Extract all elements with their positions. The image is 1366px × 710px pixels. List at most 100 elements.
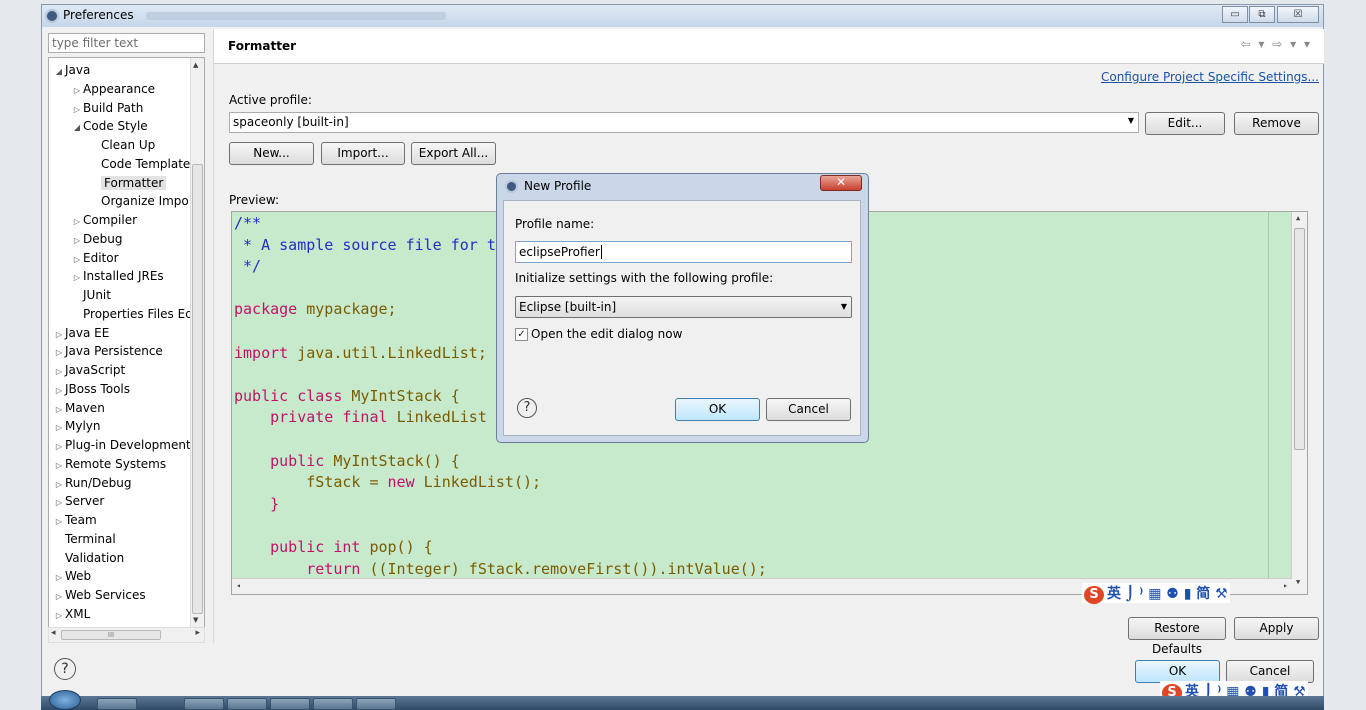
taskbar-item[interactable] bbox=[184, 698, 224, 710]
active-profile-select[interactable]: spaceonly [built-in] ▼ bbox=[229, 112, 1139, 133]
tree-item-properties-files-ed[interactable]: Properties Files Ed bbox=[71, 305, 193, 323]
expand-icon[interactable]: ▷ bbox=[53, 457, 65, 475]
tree-vscrollbar[interactable]: ▲ ▼ bbox=[190, 58, 204, 628]
preview-vscrollbar[interactable]: ▲ ▼ bbox=[1291, 212, 1307, 594]
minimize-button[interactable]: ▭ bbox=[1222, 6, 1248, 23]
dialog-close-button[interactable]: ✕ bbox=[820, 175, 862, 191]
tree-item-run-debug[interactable]: ▷ Run/Debug bbox=[53, 474, 132, 492]
taskbar-item[interactable] bbox=[270, 698, 310, 710]
filter-input[interactable]: type filter text bbox=[48, 33, 205, 53]
tree-hscroll-thumb[interactable]: III bbox=[61, 630, 161, 640]
tree-item-maven[interactable]: ▷ Maven bbox=[53, 399, 105, 417]
expand-icon[interactable]: ▷ bbox=[71, 232, 83, 250]
start-button-icon[interactable] bbox=[49, 690, 81, 710]
dialog-help-icon[interactable]: ? bbox=[517, 398, 537, 418]
tree-item-web-services[interactable]: ▷ Web Services bbox=[53, 586, 146, 604]
tree-item-formatter[interactable]: Formatter bbox=[89, 174, 167, 192]
tree-item-junit[interactable]: JUnit bbox=[71, 286, 111, 304]
expand-icon[interactable]: ▷ bbox=[53, 494, 65, 512]
tree-item-code-template[interactable]: Code Template bbox=[89, 155, 190, 173]
expand-icon[interactable]: ▷ bbox=[53, 513, 65, 531]
new-profile-button[interactable]: New... bbox=[229, 142, 314, 165]
configure-project-link[interactable]: Configure Project Specific Settings... bbox=[1101, 70, 1319, 84]
expand-icon[interactable]: ▷ bbox=[53, 344, 65, 362]
expand-icon[interactable]: ▷ bbox=[71, 251, 83, 269]
expand-icon[interactable]: ▷ bbox=[53, 438, 65, 456]
tree-item-remote-systems[interactable]: ▷ Remote Systems bbox=[53, 455, 166, 473]
preview-vscroll-thumb[interactable] bbox=[1294, 228, 1305, 450]
scroll-up-arrow[interactable]: ▲ bbox=[193, 61, 198, 69]
tree-item-build-path[interactable]: ▷ Build Path bbox=[71, 99, 143, 117]
tree-item-java[interactable]: ◢ Java bbox=[53, 61, 90, 79]
expand-icon[interactable]: ▷ bbox=[71, 213, 83, 231]
tree-item-label: Web Services bbox=[65, 588, 146, 602]
tree-item-java-persistence[interactable]: ▷ Java Persistence bbox=[53, 342, 163, 360]
taskbar-item[interactable] bbox=[97, 698, 137, 710]
expand-icon[interactable]: ▷ bbox=[71, 101, 83, 119]
tree-item-team[interactable]: ▷ Team bbox=[53, 511, 97, 529]
preview-scroll-right[interactable]: ▸ bbox=[1283, 581, 1288, 590]
ok-button[interactable]: OK bbox=[1135, 660, 1220, 683]
expand-icon[interactable]: ▷ bbox=[53, 401, 65, 419]
tree-item-validation[interactable]: Validation bbox=[53, 549, 124, 567]
expand-icon[interactable]: ▷ bbox=[53, 588, 65, 606]
tree-item-plug-in-development[interactable]: ▷ Plug-in Development bbox=[53, 436, 191, 454]
tree-item-organize-impo[interactable]: Organize Impo bbox=[89, 192, 189, 210]
help-icon[interactable]: ? bbox=[54, 658, 76, 680]
expand-icon[interactable]: ▷ bbox=[53, 382, 65, 400]
tree-item-jboss-tools[interactable]: ▷ JBoss Tools bbox=[53, 380, 130, 398]
import-button[interactable]: Import... bbox=[321, 142, 405, 165]
expand-icon[interactable]: ▷ bbox=[53, 569, 65, 587]
init-profile-select[interactable]: Eclipse [built-in] ▼ bbox=[515, 296, 852, 318]
maximize-button[interactable]: ⧉ bbox=[1249, 6, 1275, 23]
preview-scroll-left[interactable]: ◂ bbox=[236, 581, 241, 590]
tree-vscroll-thumb[interactable] bbox=[192, 164, 203, 614]
scroll-down-arrow[interactable]: ▼ bbox=[193, 616, 198, 624]
tree-item-appearance[interactable]: ▷ Appearance bbox=[71, 80, 155, 98]
profile-name-input[interactable]: eclipseProfier bbox=[515, 241, 852, 263]
dialog-cancel-button[interactable]: Cancel bbox=[766, 398, 851, 421]
preview-scroll-up[interactable]: ▲ bbox=[1296, 214, 1300, 222]
taskbar-item[interactable] bbox=[227, 698, 267, 710]
tree-hscrollbar[interactable]: ◂ III ▸ bbox=[48, 627, 205, 643]
close-button[interactable]: ☒ bbox=[1277, 6, 1319, 23]
tree-item-server[interactable]: ▷ Server bbox=[53, 492, 104, 510]
collapse-icon[interactable]: ◢ bbox=[53, 63, 65, 81]
expand-icon[interactable]: ▷ bbox=[53, 476, 65, 494]
expand-icon[interactable]: ▷ bbox=[53, 607, 65, 625]
tree-item-editor[interactable]: ▷ Editor bbox=[71, 249, 119, 267]
hscroll-right-arrow[interactable]: ▸ bbox=[195, 628, 200, 638]
tree-item-clean-up[interactable]: Clean Up bbox=[89, 136, 155, 154]
tree-item-web[interactable]: ▷ Web bbox=[53, 567, 91, 585]
tree-item-installed-jres[interactable]: ▷ Installed JREs bbox=[71, 267, 164, 285]
tree-item-javascript[interactable]: ▷ JavaScript bbox=[53, 361, 125, 379]
cancel-button[interactable]: Cancel bbox=[1226, 660, 1314, 683]
title-bar[interactable]: Preferences ▭ ⧉ ☒ bbox=[42, 5, 1323, 27]
remove-button[interactable]: Remove bbox=[1234, 112, 1319, 135]
expand-icon[interactable]: ▷ bbox=[71, 82, 83, 100]
tree-item-terminal[interactable]: Terminal bbox=[53, 530, 116, 548]
taskbar-item[interactable] bbox=[313, 698, 353, 710]
open-edit-checkbox[interactable]: ✓ bbox=[515, 328, 528, 341]
taskbar-item[interactable] bbox=[356, 698, 396, 710]
collapse-icon[interactable]: ◢ bbox=[71, 119, 83, 137]
expand-icon[interactable]: ▷ bbox=[53, 363, 65, 381]
tree-item-debug[interactable]: ▷ Debug bbox=[71, 230, 123, 250]
expand-icon[interactable]: ▷ bbox=[71, 269, 83, 287]
export-all-button[interactable]: Export All... bbox=[411, 142, 496, 165]
history-nav-arrows[interactable]: ⇦ ▾ ⇨ ▾ ▾ bbox=[1241, 37, 1312, 51]
edit-button[interactable]: Edit... bbox=[1145, 112, 1225, 135]
expand-icon[interactable]: ▷ bbox=[53, 419, 65, 437]
preview-scroll-down[interactable]: ▼ bbox=[1296, 578, 1300, 586]
dialog-ok-button[interactable]: OK bbox=[675, 398, 760, 421]
expand-icon[interactable]: ▷ bbox=[53, 326, 65, 344]
tree-item-mylyn[interactable]: ▷ Mylyn bbox=[53, 417, 101, 435]
tree-item-xml[interactable]: ▷ XML bbox=[53, 605, 90, 623]
ime-toolbar[interactable]: S英 ⌡ ⁾ ▦ ⚉ ▮ 简 ⚒ bbox=[1082, 583, 1230, 604]
tree-item-java-ee[interactable]: ▷ Java EE bbox=[53, 324, 109, 342]
tree-item-compiler[interactable]: ▷ Compiler bbox=[71, 211, 137, 229]
tree-item-code-style[interactable]: ◢ Code Style bbox=[71, 117, 148, 135]
hscroll-left-arrow[interactable]: ◂ bbox=[51, 628, 56, 638]
apply-button[interactable]: Apply bbox=[1234, 617, 1319, 640]
restore-defaults-button[interactable]: Restore Defaults bbox=[1128, 617, 1226, 656]
